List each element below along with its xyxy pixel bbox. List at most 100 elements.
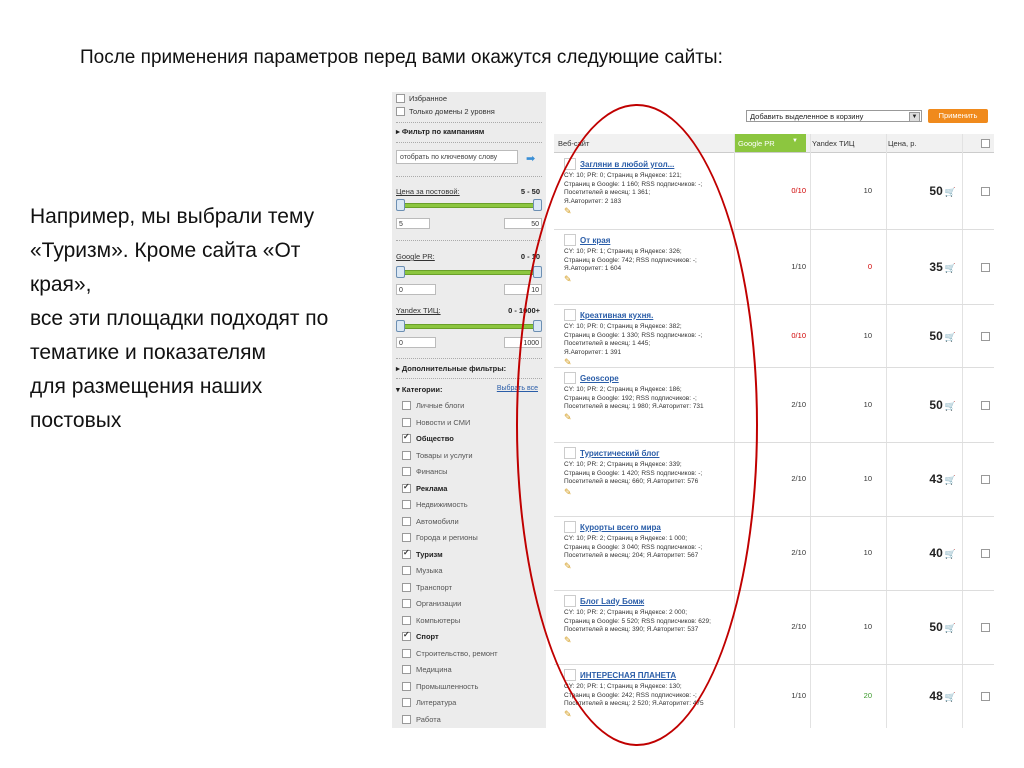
apply-button[interactable]: Применить bbox=[928, 109, 988, 123]
slider-min-handle[interactable] bbox=[396, 320, 405, 332]
pencil-icon[interactable]: ✎ bbox=[564, 561, 572, 571]
price-range-slider[interactable] bbox=[396, 199, 542, 211]
category-checkbox[interactable] bbox=[402, 533, 411, 542]
select-all-checkbox[interactable] bbox=[981, 139, 990, 148]
category-item[interactable]: Организации bbox=[402, 599, 461, 608]
arrow-right-icon[interactable]: ➡ bbox=[526, 152, 535, 165]
category-checkbox[interactable] bbox=[402, 714, 411, 724]
site-link[interactable]: От края bbox=[564, 234, 744, 246]
category-item[interactable]: Компьютеры bbox=[402, 615, 460, 625]
category-item[interactable]: Общество bbox=[402, 432, 454, 443]
category-checkbox[interactable] bbox=[402, 401, 411, 410]
favorites-checkbox[interactable] bbox=[396, 94, 405, 103]
category-checkbox[interactable] bbox=[402, 482, 411, 493]
cart-icon[interactable]: 🛒 bbox=[945, 187, 956, 197]
chevron-down-icon[interactable]: ▼ bbox=[909, 112, 920, 122]
tic-range-slider[interactable] bbox=[396, 320, 542, 332]
cart-icon[interactable]: 🛒 bbox=[945, 401, 956, 411]
row-select-checkbox[interactable] bbox=[981, 331, 990, 341]
category-item[interactable]: Медицина bbox=[402, 665, 452, 674]
site-link[interactable]: Креативная кухня. bbox=[564, 309, 744, 321]
domains-checkbox[interactable] bbox=[396, 107, 405, 116]
cart-icon[interactable]: 🛒 bbox=[945, 549, 956, 559]
category-item[interactable]: Реклама bbox=[402, 482, 447, 493]
category-item[interactable]: Новости и СМИ bbox=[402, 417, 470, 427]
category-checkbox[interactable] bbox=[402, 566, 411, 575]
pencil-icon[interactable]: ✎ bbox=[564, 709, 572, 719]
category-checkbox[interactable] bbox=[402, 516, 411, 526]
row-select-checkbox[interactable] bbox=[981, 692, 990, 701]
pr-min-input[interactable]: 0 bbox=[396, 284, 436, 295]
category-checkbox[interactable] bbox=[402, 467, 411, 476]
price-max-input[interactable]: 50 bbox=[504, 218, 542, 229]
cart-icon[interactable]: 🛒 bbox=[945, 332, 956, 342]
col-site[interactable]: Веб-сайт bbox=[558, 139, 589, 148]
site-link[interactable]: Загляни в любой угол... bbox=[564, 158, 744, 170]
extra-filters-header[interactable]: ▸ Дополнительные фильтры: bbox=[396, 364, 506, 373]
cart-icon[interactable]: 🛒 bbox=[945, 692, 956, 702]
category-item[interactable]: Строительство, ремонт bbox=[402, 648, 498, 658]
category-checkbox[interactable] bbox=[402, 417, 411, 427]
site-link[interactable]: Geoscope bbox=[564, 372, 744, 384]
cart-icon[interactable]: 🛒 bbox=[945, 623, 956, 633]
category-item[interactable]: Транспорт bbox=[402, 582, 452, 592]
category-checkbox[interactable] bbox=[402, 450, 411, 460]
campaign-filter-header[interactable]: ▸ Фильтр по кампаниям bbox=[396, 127, 484, 136]
category-checkbox[interactable] bbox=[402, 432, 411, 443]
category-checkbox[interactable] bbox=[402, 665, 411, 674]
tic-min-input[interactable]: 0 bbox=[396, 337, 436, 348]
category-checkbox[interactable] bbox=[402, 648, 411, 658]
cart-icon[interactable]: 🛒 bbox=[945, 475, 956, 485]
select-all-link[interactable]: Выбрать все bbox=[497, 385, 538, 392]
pencil-icon[interactable]: ✎ bbox=[564, 412, 572, 422]
category-checkbox[interactable] bbox=[402, 582, 411, 592]
row-select-checkbox[interactable] bbox=[981, 187, 990, 196]
category-item[interactable]: Личные блоги bbox=[402, 401, 464, 410]
col-yandex-tic[interactable]: Yandex ТИЦ bbox=[812, 139, 854, 148]
category-item[interactable]: Товары и услуги bbox=[402, 450, 473, 460]
category-item[interactable]: Автомобили bbox=[402, 516, 459, 526]
cart-icon[interactable]: 🛒 bbox=[945, 263, 956, 273]
pr-range-slider[interactable] bbox=[396, 266, 542, 278]
favorites-filter[interactable]: Избранное bbox=[396, 94, 447, 103]
pencil-icon[interactable]: ✎ bbox=[564, 206, 572, 216]
category-item[interactable]: Спорт bbox=[402, 630, 439, 641]
pencil-icon[interactable]: ✎ bbox=[564, 357, 572, 367]
category-item[interactable]: Финансы bbox=[402, 467, 448, 476]
slider-min-handle[interactable] bbox=[396, 199, 405, 211]
col-google-pr[interactable]: Google PR ▼ bbox=[734, 134, 806, 152]
slider-min-handle[interactable] bbox=[396, 266, 405, 278]
categories-header[interactable]: ▾ Категории: bbox=[396, 385, 442, 394]
site-link[interactable]: Туристический блог bbox=[564, 447, 744, 459]
row-select-checkbox[interactable] bbox=[981, 549, 990, 558]
category-checkbox[interactable] bbox=[402, 615, 411, 625]
category-checkbox[interactable] bbox=[402, 500, 411, 509]
col-price[interactable]: Цена, р. bbox=[888, 139, 916, 148]
keyword-filter-input[interactable]: отобрать по ключевому слову bbox=[396, 150, 518, 164]
domains-filter[interactable]: Только домены 2 уровня bbox=[396, 107, 495, 116]
category-item[interactable]: Туризм bbox=[402, 548, 443, 559]
category-checkbox[interactable] bbox=[402, 548, 411, 559]
slider-max-handle[interactable] bbox=[533, 320, 542, 332]
category-item[interactable]: Литература bbox=[402, 698, 456, 707]
pencil-icon[interactable]: ✎ bbox=[564, 487, 572, 497]
row-select-checkbox[interactable] bbox=[981, 400, 990, 410]
category-item[interactable]: Недвижимость bbox=[402, 500, 468, 509]
category-checkbox[interactable] bbox=[402, 681, 411, 691]
category-checkbox[interactable] bbox=[402, 698, 411, 707]
basket-action-select[interactable]: Добавить выделенное в корзину ▼ bbox=[746, 110, 922, 122]
pencil-icon[interactable]: ✎ bbox=[564, 274, 572, 284]
site-link[interactable]: Курорты всего мира bbox=[564, 521, 744, 533]
pencil-icon[interactable]: ✎ bbox=[564, 635, 572, 645]
category-item[interactable]: Работа bbox=[402, 714, 441, 724]
category-item[interactable]: Музыка bbox=[402, 566, 443, 575]
category-item[interactable]: Промышленность bbox=[402, 681, 478, 691]
site-link[interactable]: Блог Lady Бомж bbox=[564, 595, 744, 607]
slider-max-handle[interactable] bbox=[533, 266, 542, 278]
slider-max-handle[interactable] bbox=[533, 199, 542, 211]
category-checkbox[interactable] bbox=[402, 599, 411, 608]
row-select-checkbox[interactable] bbox=[981, 262, 990, 272]
category-item[interactable]: Города и регионы bbox=[402, 533, 478, 542]
pr-max-input[interactable]: 10 bbox=[504, 284, 542, 295]
tic-max-input[interactable]: 1000 bbox=[504, 337, 542, 348]
